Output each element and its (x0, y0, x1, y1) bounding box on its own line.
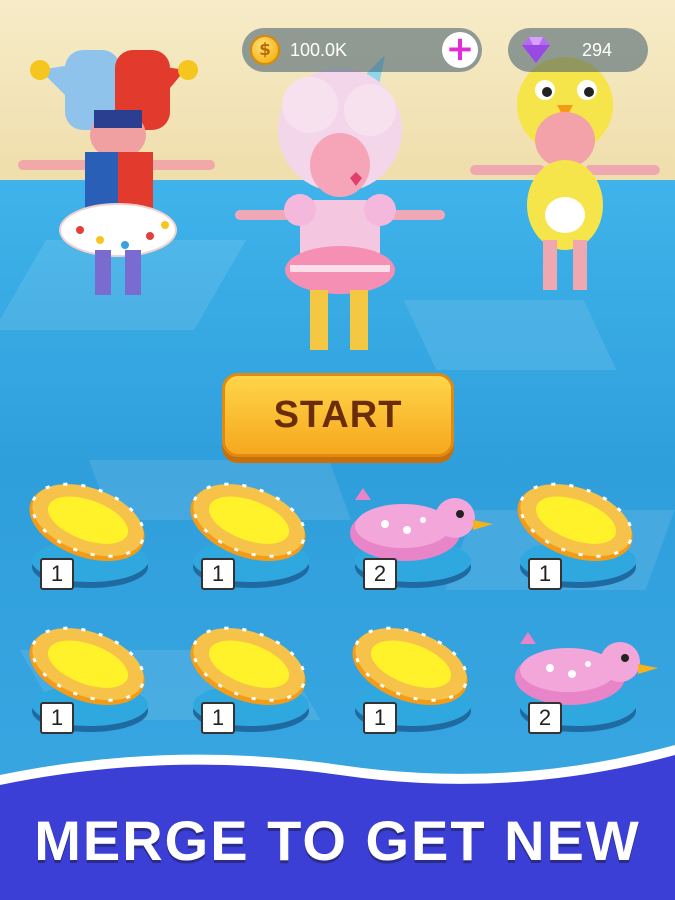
item-level-badge: 1 (40, 558, 74, 590)
start-button[interactable]: START (222, 373, 454, 457)
item-level-badge: 1 (528, 558, 562, 590)
gem-counter: 294 (508, 28, 648, 72)
item-level-badge: 1 (363, 702, 397, 734)
start-button-label: START (273, 393, 403, 436)
item-level-badge: 1 (40, 702, 74, 734)
chick-character[interactable] (465, 50, 665, 295)
coin-icon: $ (250, 35, 280, 65)
merge-slot[interactable]: 1 (183, 622, 313, 737)
game-scene: $ 100.0K + 294 START 1 1 2 1 1 1 1 2 MERGE TO G… (0, 0, 675, 900)
merge-slot[interactable]: 1 (183, 478, 313, 593)
merge-slot[interactable]: 2 (345, 478, 493, 593)
item-level-badge: 1 (201, 558, 235, 590)
banner-title: MERGE TO GET NEW (34, 809, 641, 872)
merge-slot[interactable]: 1 (510, 478, 640, 593)
cotton-candy-character[interactable] (230, 50, 450, 360)
gem-amount: 294 (582, 39, 613, 60)
item-level-badge: 2 (528, 702, 562, 734)
add-coins-button[interactable]: + (442, 32, 478, 68)
item-level-badge: 1 (201, 702, 235, 734)
merge-slot[interactable]: 1 (345, 622, 475, 737)
jester-character[interactable] (10, 40, 225, 300)
merge-slot[interactable]: 1 (22, 622, 152, 737)
item-level-badge: 2 (363, 558, 397, 590)
merge-slot[interactable]: 1 (22, 478, 152, 593)
gem-icon (522, 37, 550, 63)
coin-counter: $ 100.0K + (242, 28, 482, 72)
merge-slot[interactable]: 2 (510, 622, 658, 737)
coin-amount: 100.0K (290, 39, 348, 60)
